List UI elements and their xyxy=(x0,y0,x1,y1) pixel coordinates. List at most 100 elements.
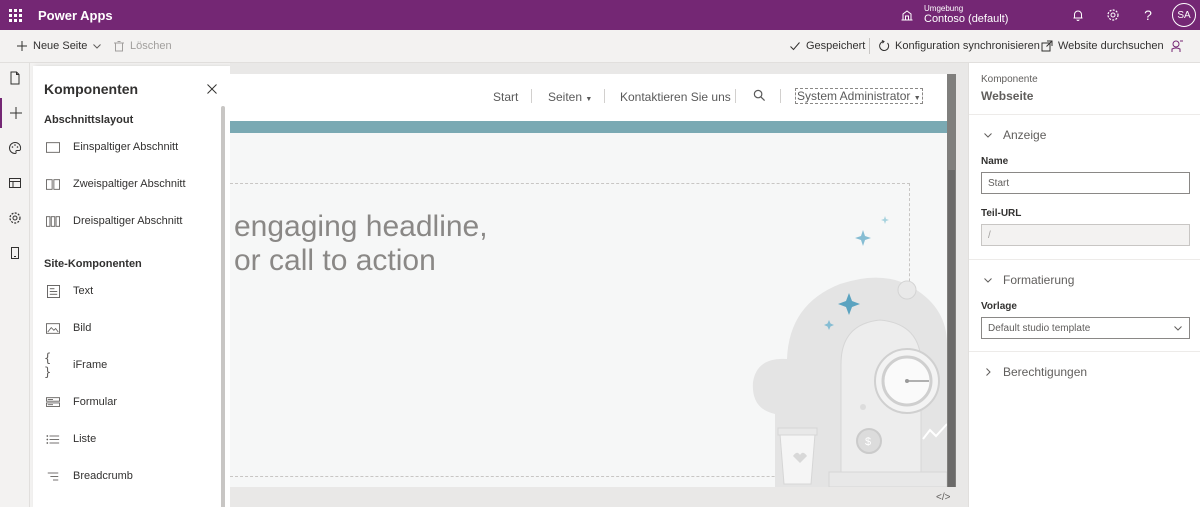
rail-mobile-button[interactable] xyxy=(0,238,30,268)
app-launcher-button[interactable] xyxy=(0,0,30,30)
group-format-toggle[interactable]: Formatierung xyxy=(983,273,1074,287)
divider xyxy=(969,114,1200,115)
rail-pages-button[interactable] xyxy=(0,63,30,93)
browse-website-button[interactable]: Website durchsuchen xyxy=(1041,30,1164,63)
page-icon xyxy=(10,71,20,85)
two-column-icon xyxy=(44,175,62,193)
nav-separator xyxy=(604,89,605,103)
code-view-icon[interactable]: </> xyxy=(936,492,950,503)
hero-illustration: $ xyxy=(752,216,947,487)
text-icon xyxy=(44,282,62,300)
group-permissions-label: Berechtigungen xyxy=(1003,365,1088,379)
group-permissions-toggle[interactable]: Berechtigungen xyxy=(983,365,1087,379)
component-label: Einspaltiger Abschnitt xyxy=(73,141,179,153)
section-site-components-heading: Site-Komponenten xyxy=(44,258,142,270)
chevron-right-icon xyxy=(983,367,993,377)
group-display-toggle[interactable]: Anzeige xyxy=(983,128,1046,142)
trash-icon xyxy=(114,41,124,52)
saved-status: Gespeichert xyxy=(789,30,865,63)
environment-switcher[interactable]: Umgebung Contoso (default) xyxy=(900,0,1008,30)
canvas-scrollbar-thumb[interactable] xyxy=(948,170,955,487)
component-label: Formular xyxy=(73,396,118,408)
command-separator xyxy=(869,38,870,54)
sync-configuration-button[interactable]: Konfiguration synchronisieren xyxy=(878,30,1040,63)
nav-user-label: System Administrator xyxy=(797,89,911,103)
name-label: Name xyxy=(981,156,1009,167)
rail-settings-button[interactable] xyxy=(0,203,30,233)
component-two-column[interactable]: Zweispaltiger Abschnitt xyxy=(44,172,186,196)
breadcrumb-icon xyxy=(44,467,62,485)
panel-title: Komponenten xyxy=(44,81,139,97)
new-page-label: Neue Seite xyxy=(33,40,88,52)
plus-icon xyxy=(17,41,27,51)
user-avatar[interactable]: SA xyxy=(1172,3,1196,27)
nav-user-menu[interactable]: System Administrator ▼ xyxy=(795,88,923,104)
bell-icon xyxy=(1073,10,1083,21)
group-display-label: Anzeige xyxy=(1003,128,1047,142)
component-image[interactable]: Bild xyxy=(44,316,91,340)
feedback-icon xyxy=(1171,40,1183,52)
components-panel: Komponenten Abschnittslayout Einspaltige… xyxy=(33,66,230,507)
search-icon[interactable] xyxy=(753,89,766,102)
close-icon[interactable] xyxy=(206,83,218,95)
settings-button[interactable] xyxy=(1105,7,1121,23)
partial-url-input xyxy=(981,224,1190,246)
component-text[interactable]: Text xyxy=(44,279,93,303)
chevron-down-icon xyxy=(93,44,102,49)
rail-themes-button[interactable] xyxy=(0,133,30,163)
component-one-column[interactable]: Einspaltiger Abschnitt xyxy=(44,135,178,159)
delete-button[interactable]: Löschen xyxy=(113,30,172,63)
feedback-button[interactable] xyxy=(1170,30,1184,63)
nav-pages-link[interactable]: Seiten ▼ xyxy=(548,90,592,104)
plus-icon xyxy=(10,107,22,119)
component-iframe[interactable]: { } iFrame xyxy=(44,351,107,379)
caret-down-icon: ▼ xyxy=(913,95,921,102)
component-list[interactable]: Liste xyxy=(44,427,96,451)
environment-label: Umgebung xyxy=(924,3,964,13)
checkmark-icon xyxy=(790,42,800,51)
hero-headline[interactable]: engaging headline, or call to action xyxy=(234,210,488,278)
divider xyxy=(969,351,1200,352)
gear-icon xyxy=(1107,9,1119,21)
partial-url-label: Teil-URL xyxy=(981,208,1022,219)
site-preview: Start Seiten ▼ Kontaktieren Sie uns Syst… xyxy=(230,74,947,487)
environment-name: Contoso (default) xyxy=(924,13,1009,26)
notifications-button[interactable] xyxy=(1070,7,1086,23)
nav-contact-link[interactable]: Kontaktieren Sie uns xyxy=(620,90,731,104)
panel-scrollbar[interactable] xyxy=(221,106,225,507)
component-breadcrumb[interactable]: Breadcrumb xyxy=(44,464,133,488)
template-selected-value: Default studio template xyxy=(988,322,1091,334)
sync-icon xyxy=(879,40,890,51)
list-icon xyxy=(44,430,62,448)
rail-data-button[interactable] xyxy=(0,168,30,198)
help-button[interactable]: ? xyxy=(1140,7,1156,23)
palette-icon xyxy=(9,141,22,155)
rail-components-button[interactable] xyxy=(0,98,30,128)
delete-label: Löschen xyxy=(130,40,172,52)
question-mark-icon: ? xyxy=(1144,7,1152,23)
command-bar: Neue Seite Löschen Gespeichert Konfigura… xyxy=(0,30,1200,63)
app-title[interactable]: Power Apps xyxy=(38,8,113,23)
component-form[interactable]: Formular xyxy=(44,390,117,414)
mobile-device-icon xyxy=(11,247,19,259)
template-label: Vorlage xyxy=(981,301,1017,312)
headline-line-2: or call to action xyxy=(234,244,436,277)
name-input[interactable] xyxy=(981,172,1190,194)
braces-icon: { } xyxy=(44,351,52,379)
nav-separator xyxy=(735,89,736,103)
nav-separator xyxy=(531,89,532,103)
left-rail xyxy=(0,63,30,507)
image-icon xyxy=(44,319,62,337)
group-format-label: Formatierung xyxy=(1003,273,1075,287)
template-dropdown[interactable]: Default studio template xyxy=(981,317,1190,339)
component-label: Zweispaltiger Abschnitt xyxy=(73,178,186,190)
chevron-down-icon xyxy=(1174,326,1182,331)
nav-start-link[interactable]: Start xyxy=(493,90,518,104)
table-icon xyxy=(9,178,21,188)
section-layout-heading: Abschnittslayout xyxy=(44,114,134,126)
saved-label: Gespeichert xyxy=(806,40,866,52)
component-three-column[interactable]: Dreispaltiger Abschnitt xyxy=(44,209,182,233)
new-page-button[interactable]: Neue Seite xyxy=(16,30,102,63)
svg-text:$: $ xyxy=(865,436,871,448)
component-label: Text xyxy=(73,285,94,297)
